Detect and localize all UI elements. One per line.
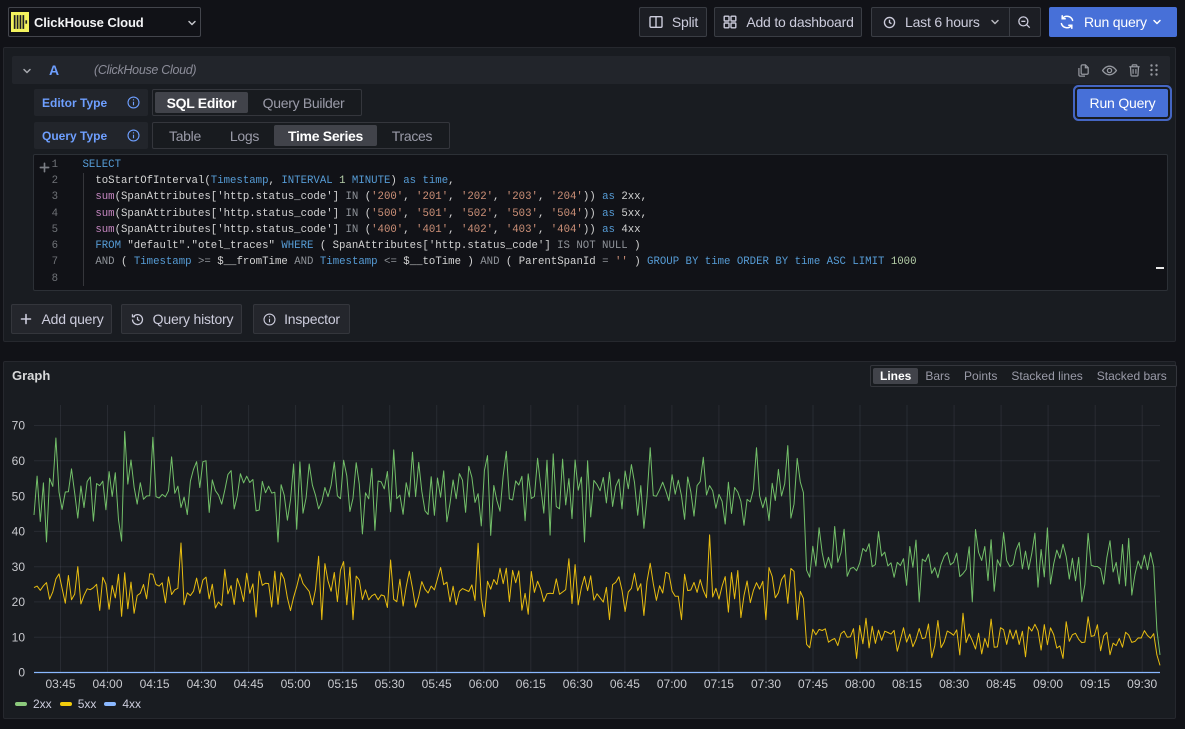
svg-text:08:00: 08:00 — [845, 677, 875, 691]
svg-text:04:30: 04:30 — [187, 677, 217, 691]
svg-text:05:00: 05:00 — [281, 677, 311, 691]
svg-text:70: 70 — [12, 419, 26, 433]
svg-text:20: 20 — [12, 595, 26, 609]
svg-text:04:15: 04:15 — [140, 677, 170, 691]
svg-text:06:00: 06:00 — [469, 677, 499, 691]
svg-text:04:45: 04:45 — [234, 677, 264, 691]
svg-text:09:00: 09:00 — [1033, 677, 1063, 691]
svg-text:10: 10 — [12, 630, 26, 644]
svg-text:04:00: 04:00 — [92, 677, 122, 691]
svg-text:08:30: 08:30 — [939, 677, 969, 691]
svg-text:09:15: 09:15 — [1080, 677, 1110, 691]
svg-text:08:15: 08:15 — [892, 677, 922, 691]
svg-text:05:15: 05:15 — [328, 677, 358, 691]
svg-text:0: 0 — [18, 666, 25, 680]
svg-text:06:15: 06:15 — [516, 677, 546, 691]
svg-text:05:45: 05:45 — [422, 677, 452, 691]
svg-text:05:30: 05:30 — [375, 677, 405, 691]
svg-text:60: 60 — [12, 454, 26, 468]
svg-text:07:45: 07:45 — [798, 677, 828, 691]
svg-text:07:00: 07:00 — [657, 677, 687, 691]
svg-text:07:15: 07:15 — [704, 677, 734, 691]
svg-text:06:30: 06:30 — [563, 677, 593, 691]
svg-text:06:45: 06:45 — [610, 677, 640, 691]
svg-text:40: 40 — [12, 525, 26, 539]
svg-text:03:45: 03:45 — [45, 677, 75, 691]
svg-text:08:45: 08:45 — [986, 677, 1016, 691]
svg-text:50: 50 — [12, 489, 26, 503]
svg-text:07:30: 07:30 — [751, 677, 781, 691]
svg-text:30: 30 — [12, 560, 26, 574]
svg-text:09:30: 09:30 — [1127, 677, 1157, 691]
